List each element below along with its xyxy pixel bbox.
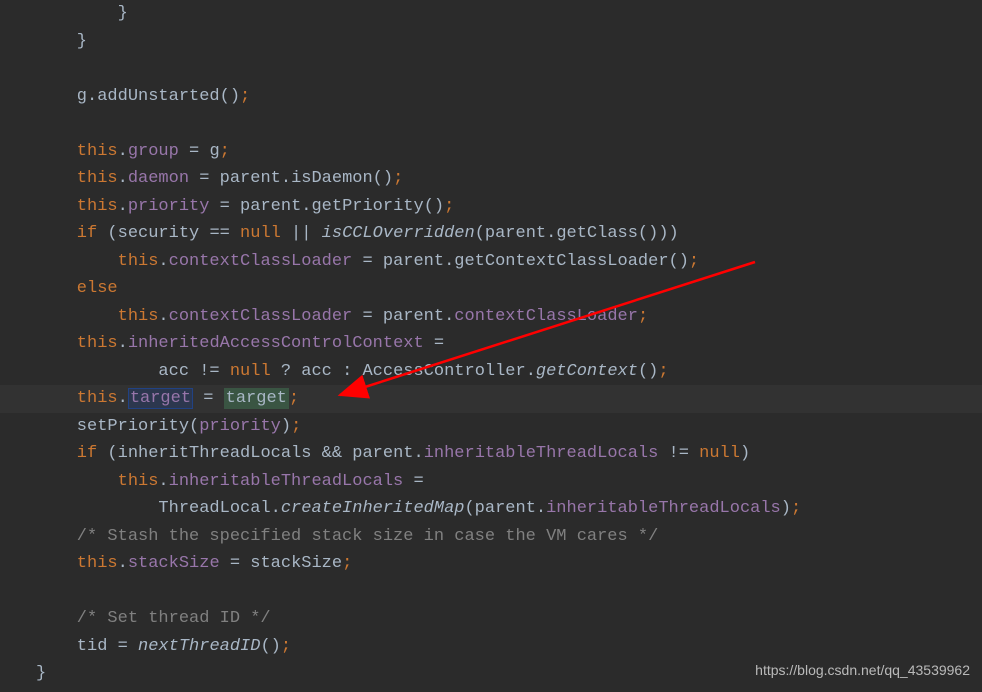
code-editor[interactable]: } } g.addUnstarted(); this.group = g; th…: [0, 0, 982, 688]
code-line: /* Stash the specified stack size in cas…: [0, 523, 982, 551]
code-line: [0, 578, 982, 606]
code-line: this.stackSize = stackSize;: [0, 550, 982, 578]
code-line: g.addUnstarted();: [0, 83, 982, 111]
code-line-highlighted: this.target = target;: [0, 385, 982, 413]
highlight-target-field: target: [128, 388, 193, 409]
code-line: ThreadLocal.createInheritedMap(parent.in…: [0, 495, 982, 523]
code-line: }: [0, 0, 982, 28]
code-line: this.inheritedAccessControlContext =: [0, 330, 982, 358]
code-line: [0, 110, 982, 138]
code-line: this.contextClassLoader = parent.context…: [0, 303, 982, 331]
code-line: }: [0, 28, 982, 56]
highlight-target-param: target: [224, 388, 289, 409]
code-line: this.priority = parent.getPriority();: [0, 193, 982, 221]
code-line: setPriority(priority);: [0, 413, 982, 441]
code-line: if (security == null || isCCLOverridden(…: [0, 220, 982, 248]
code-line: [0, 55, 982, 83]
code-line: this.contextClassLoader = parent.getCont…: [0, 248, 982, 276]
watermark: https://blog.csdn.net/qq_43539962: [755, 657, 970, 685]
code-line: acc != null ? acc : AccessController.get…: [0, 358, 982, 386]
code-line: /* Set thread ID */: [0, 605, 982, 633]
code-line: else: [0, 275, 982, 303]
code-line: this.daemon = parent.isDaemon();: [0, 165, 982, 193]
code-line: this.inheritableThreadLocals =: [0, 468, 982, 496]
code-line: this.group = g;: [0, 138, 982, 166]
code-line: if (inheritThreadLocals && parent.inheri…: [0, 440, 982, 468]
